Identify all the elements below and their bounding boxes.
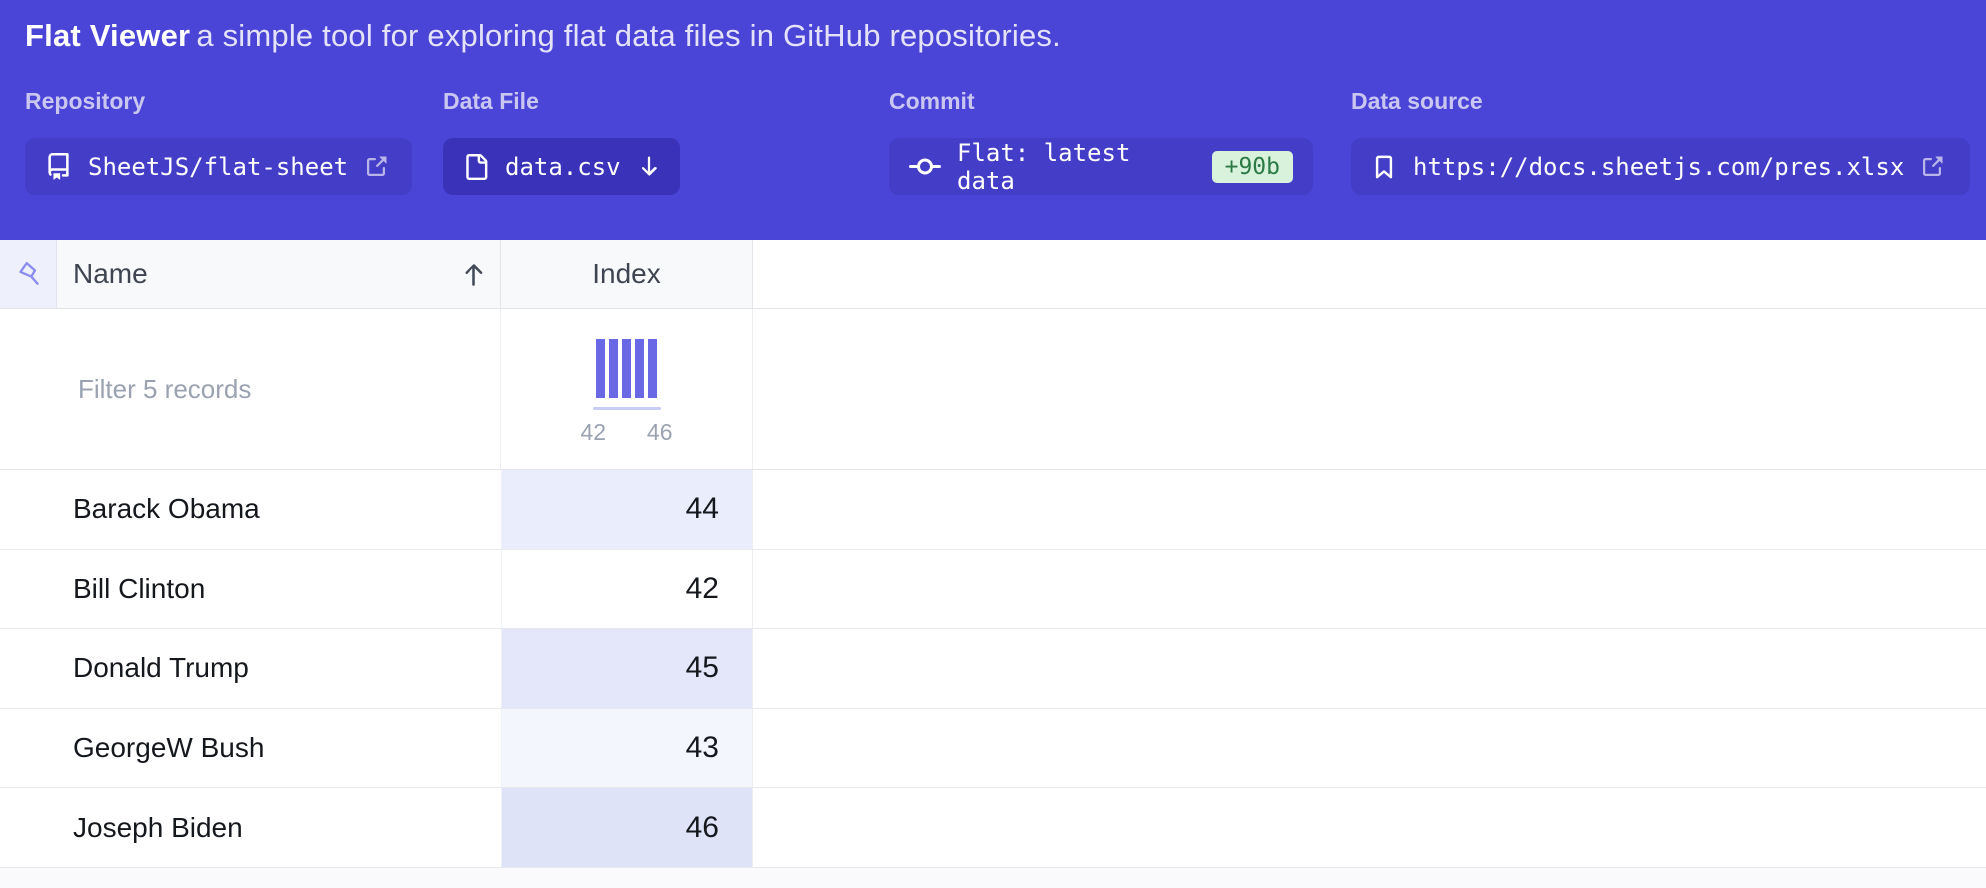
flat-viewer-app: Flat Viewera simple tool for exploring f… <box>0 0 1986 888</box>
repository-value: SheetJS/flat-sheet <box>88 153 348 181</box>
repository-control: Repository SheetJS/flat-sheet <box>25 88 412 195</box>
index-cell: 45 <box>501 629 753 708</box>
column-header-index-label: Index <box>592 258 661 290</box>
git-commit-icon <box>909 151 941 183</box>
data-source-value: https://docs.sheetjs.com/pres.xlsx <box>1413 153 1904 181</box>
repo-book-icon <box>45 153 72 180</box>
commit-button[interactable]: Flat: latest data +90b <box>889 138 1313 195</box>
histogram-bars <box>501 339 752 398</box>
column-header-name-label: Name <box>73 258 148 290</box>
name-cell: Joseph Biden <box>0 788 501 867</box>
arrow-down-icon <box>637 155 661 179</box>
grid-filter-row: 42 46 <box>0 309 1986 470</box>
histogram-axis <box>593 407 661 410</box>
index-cell: 42 <box>501 550 753 629</box>
app-title-line: Flat Viewera simple tool for exploring f… <box>25 18 1061 54</box>
index-cell: 44 <box>501 470 753 549</box>
bookmark-icon <box>1371 154 1397 180</box>
data-source-control: Data source https://docs.sheetjs.com/pre… <box>1351 88 1970 195</box>
sort-ascending-icon <box>460 261 487 288</box>
table-row: Donald Trump 45 <box>0 629 1986 709</box>
data-source-button[interactable]: https://docs.sheetjs.com/pres.xlsx <box>1351 138 1970 195</box>
pin-icon[interactable] <box>13 259 44 290</box>
grid-body: Barack Obama 44 Bill Clinton 42 Donald T… <box>0 470 1986 868</box>
name-cell: Bill Clinton <box>0 550 501 629</box>
table-row: Bill Clinton 42 <box>0 550 1986 630</box>
commit-diff-badge: +90b <box>1212 151 1293 183</box>
histogram-range-labels: 42 46 <box>581 419 673 446</box>
app-subtitle: a simple tool for exploring flat data fi… <box>196 18 1061 53</box>
app-title: Flat Viewer <box>25 18 190 53</box>
commit-value: Flat: latest data <box>957 139 1182 195</box>
app-header: Flat Viewera simple tool for exploring f… <box>0 0 1986 240</box>
file-icon <box>463 154 489 180</box>
table-row: Barack Obama 44 <box>0 470 1986 550</box>
repository-label: Repository <box>25 88 412 115</box>
name-cell: GeorgeW Bush <box>0 709 501 788</box>
external-link-icon <box>1920 155 1944 179</box>
histogram-max-label: 46 <box>647 419 673 446</box>
data-file-label: Data File <box>443 88 680 115</box>
external-link-icon <box>364 155 388 179</box>
name-cell: Barack Obama <box>0 470 501 549</box>
commit-control: Commit Flat: latest data +90b <box>889 88 1313 195</box>
index-histogram[interactable]: 42 46 <box>501 309 753 469</box>
column-header-index[interactable]: Index <box>501 240 753 308</box>
index-cell: 43 <box>501 709 753 788</box>
filter-input[interactable] <box>0 309 501 469</box>
sticky-column-cell <box>0 240 57 308</box>
column-header-name[interactable]: Name <box>57 240 501 308</box>
data-file-value: data.csv <box>505 153 621 181</box>
table-row: Joseph Biden 46 <box>0 788 1986 868</box>
index-cell: 46 <box>501 788 753 867</box>
name-cell: Donald Trump <box>0 629 501 708</box>
histogram-min-label: 42 <box>581 419 607 446</box>
commit-label: Commit <box>889 88 1313 115</box>
grid-header-row: Name Index <box>0 240 1986 309</box>
grid-footer-strip <box>0 868 1986 888</box>
repository-button[interactable]: SheetJS/flat-sheet <box>25 138 412 195</box>
table-row: GeorgeW Bush 43 <box>0 709 1986 789</box>
data-file-control: Data File data.csv <box>443 88 680 195</box>
data-file-button[interactable]: data.csv <box>443 138 680 195</box>
data-source-label: Data source <box>1351 88 1970 115</box>
